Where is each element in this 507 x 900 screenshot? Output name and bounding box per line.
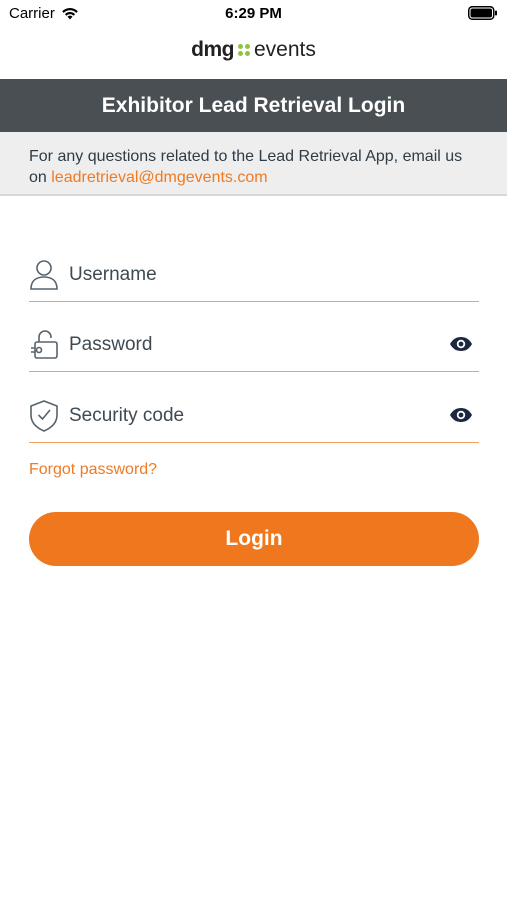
- show-security-code-eye-icon[interactable]: [449, 407, 473, 423]
- support-email-link[interactable]: leadretrieval@dmgevents.com: [51, 169, 267, 186]
- show-password-eye-icon[interactable]: [449, 336, 473, 352]
- dmg-events-logo: dmg events: [0, 38, 507, 62]
- header-bar: Exhibitor Lead Retrieval Login: [0, 79, 507, 132]
- info-panel: For any questions related to the Lead Re…: [0, 132, 507, 196]
- password-placeholder: Password: [69, 334, 153, 355]
- lock-icon: [29, 328, 63, 362]
- password-field[interactable]: Password: [29, 322, 479, 372]
- security-code-placeholder: Security code: [69, 405, 185, 426]
- logo-text-events: events: [253, 38, 316, 61]
- forgot-password-link[interactable]: Forgot password?: [29, 461, 157, 479]
- status-time: 6:29 PM: [225, 5, 282, 22]
- username-field[interactable]: Username: [29, 252, 479, 302]
- security-code-field[interactable]: Security code: [29, 393, 479, 443]
- page-title: Exhibitor Lead Retrieval Login: [101, 93, 406, 117]
- user-icon: [29, 258, 63, 292]
- logo-dots-icon: [237, 44, 250, 56]
- username-placeholder: Username: [69, 264, 157, 285]
- login-button[interactable]: Login: [29, 512, 479, 566]
- logo-text-dmg: dmg: [191, 38, 234, 61]
- status-bar: Carrier 6:29 PM: [0, 0, 507, 28]
- shield-check-icon: [29, 399, 63, 433]
- battery-icon: [468, 6, 498, 25]
